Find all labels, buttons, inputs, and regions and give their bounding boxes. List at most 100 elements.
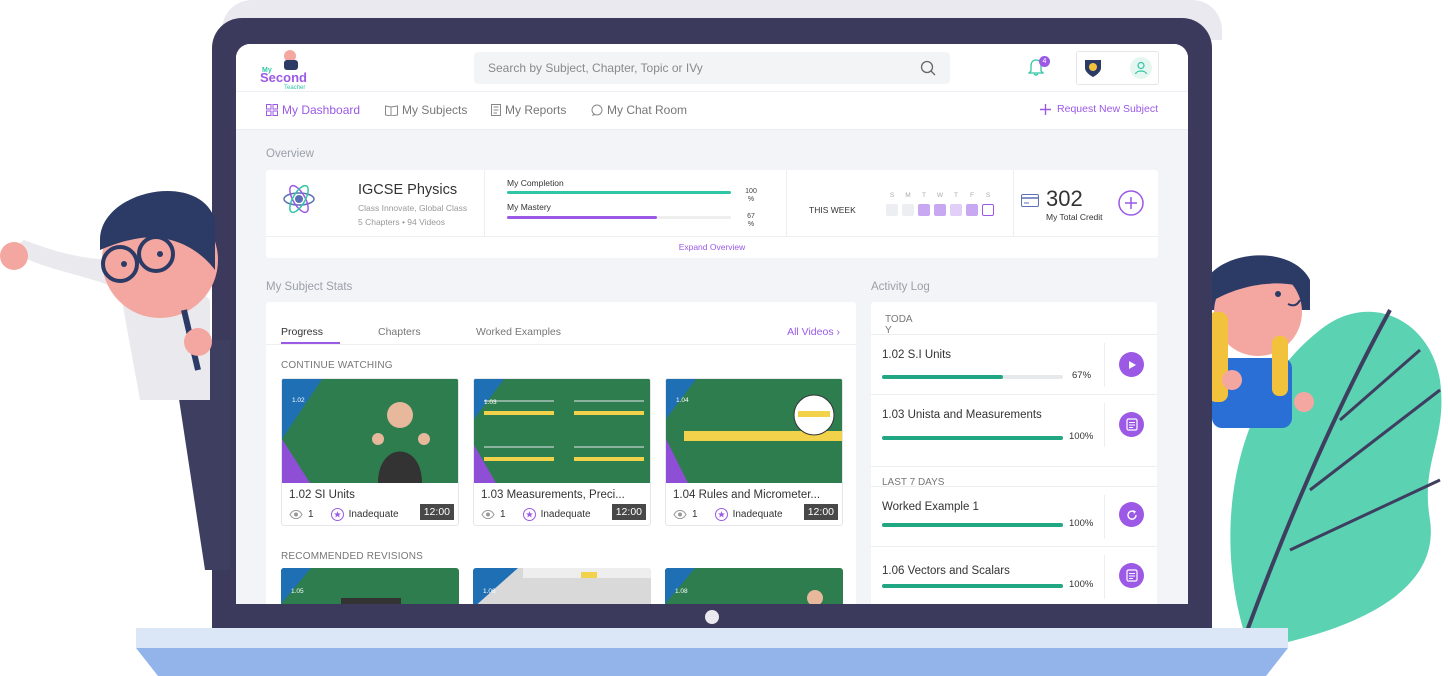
recommended-revisions-label: RECOMMENDED REVISIONS xyxy=(281,551,423,562)
thumbnail-art xyxy=(665,568,823,604)
svg-text:Second: Second xyxy=(260,70,307,85)
mastery-label: My Mastery xyxy=(507,202,551,212)
marketing-scene: My Second Teacher 4 My Dashboard xyxy=(0,0,1448,676)
tab-progress[interactable]: Progress xyxy=(281,326,323,338)
activity-percent: 100% xyxy=(1069,579,1094,590)
recommended-video-thumbnail[interactable]: 1.08 xyxy=(665,568,843,604)
nav-my-reports[interactable]: My Reports xyxy=(491,103,566,117)
divider xyxy=(484,170,485,236)
chat-icon xyxy=(591,104,603,116)
completion-label: My Completion xyxy=(507,178,564,188)
day-activity-box xyxy=(966,204,978,216)
app-screen: My Second Teacher 4 My Dashboard xyxy=(236,44,1188,604)
search-bar[interactable] xyxy=(474,52,950,84)
divider xyxy=(786,170,787,236)
play-icon[interactable] xyxy=(1119,352,1144,377)
mastery-rating: Inadequate xyxy=(540,509,591,520)
video-thumbnail xyxy=(474,379,650,483)
video-code: 1.03 xyxy=(484,399,497,406)
video-title: 1.02 SI Units xyxy=(289,489,355,501)
school-crest-icon xyxy=(1085,60,1101,77)
day-label: W xyxy=(936,192,944,199)
eye-icon xyxy=(481,510,495,519)
plus-icon xyxy=(1040,103,1052,115)
tab-worked-examples[interactable]: Worked Examples xyxy=(476,326,561,338)
subject-name: IGCSE Physics xyxy=(358,182,458,198)
activity-item[interactable]: Worked Example 1 100% xyxy=(871,486,1157,546)
dashboard-icon xyxy=(266,104,278,116)
activity-progress-bar xyxy=(882,375,1063,379)
activity-item[interactable]: 1.02 S.I Units 67% xyxy=(871,334,1157,394)
laptop-base xyxy=(136,628,1288,676)
nav-my-chat-room[interactable]: My Chat Room xyxy=(591,103,687,117)
top-bar: My Second Teacher 4 xyxy=(236,44,1188,92)
video-card[interactable]: 1.03 12:00 1.03 Measurements, Preci... 1… xyxy=(473,378,651,526)
overview-title: Overview xyxy=(266,148,314,160)
day-activity-box xyxy=(982,204,994,216)
notification-badge: 4 xyxy=(1039,56,1050,67)
user-avatar-icon[interactable] xyxy=(1130,57,1152,79)
eye-icon xyxy=(673,510,687,519)
chevron-right-icon: › xyxy=(836,326,841,338)
notes-icon[interactable] xyxy=(1119,563,1144,588)
activity-item[interactable]: 1.03 Unista and Measurements 100% xyxy=(871,394,1157,454)
mastery-bar xyxy=(507,216,731,219)
activity-log-title: Activity Log xyxy=(871,281,930,293)
subject-stats-title: My Subject Stats xyxy=(266,281,353,293)
day-activity-box xyxy=(950,204,962,216)
view-count: 1 xyxy=(692,509,698,520)
divider xyxy=(1104,555,1105,599)
request-new-subject-button[interactable]: Request New Subject xyxy=(1040,103,1158,115)
day-label: F xyxy=(970,192,974,199)
tab-chapters[interactable]: Chapters xyxy=(378,326,421,338)
my-second-teacher-logo[interactable]: My Second Teacher xyxy=(258,46,324,90)
video-meta: 1 Inadequate xyxy=(481,508,591,521)
star-badge-icon xyxy=(330,508,344,521)
video-meta: 1 Inadequate xyxy=(673,508,783,521)
laptop-camera xyxy=(705,610,719,624)
video-count: 94 Videos xyxy=(407,217,445,227)
mastery-rating: Inadequate xyxy=(732,509,783,520)
video-card[interactable]: 1.04 12:00 1.04 Rules and Micrometer... … xyxy=(665,378,843,526)
nav-my-dashboard[interactable]: My Dashboard xyxy=(266,103,360,117)
day-activity-box xyxy=(918,204,930,216)
chapter-video-count: 5 Chapters • 94 Videos xyxy=(358,217,445,227)
overview-card: IGCSE Physics Class Innovate, Global Cla… xyxy=(266,170,1158,258)
search-icon[interactable] xyxy=(920,60,936,76)
divider xyxy=(1104,495,1105,539)
add-credit-button[interactable] xyxy=(1118,190,1144,216)
video-card[interactable]: 1.02 12:00 1.02 SI Units 1 Inadequate xyxy=(281,378,459,526)
video-code: 1.05 xyxy=(291,588,304,595)
nav-label: My Subjects xyxy=(402,103,468,117)
notes-icon[interactable] xyxy=(1119,412,1144,437)
today-label: TODA Y xyxy=(885,314,913,336)
video-duration: 12:00 xyxy=(803,504,838,520)
activity-percent: 67% xyxy=(1072,370,1092,381)
refresh-icon[interactable] xyxy=(1119,502,1144,527)
svg-text:Teacher: Teacher xyxy=(284,85,305,90)
day-label: T xyxy=(922,192,926,199)
star-badge-icon xyxy=(714,508,728,521)
eye-icon xyxy=(289,510,303,519)
star-badge-icon xyxy=(522,508,536,521)
search-input[interactable] xyxy=(474,52,894,84)
mastery-value: 67% xyxy=(747,213,755,228)
divider xyxy=(266,236,1158,237)
recommended-video-thumbnail[interactable]: 1.06 xyxy=(473,568,651,604)
total-credit-label: My Total Credit xyxy=(1046,212,1103,222)
completion-value: 100% xyxy=(745,188,757,203)
class-info: Class Innovate, Global Class xyxy=(358,203,468,213)
divider xyxy=(1104,403,1105,447)
video-title: 1.03 Measurements, Preci... xyxy=(481,489,625,501)
expand-overview-link[interactable]: Expand Overview xyxy=(266,242,1158,252)
divider xyxy=(1013,170,1014,236)
video-title: 1.04 Rules and Micrometer... xyxy=(673,489,821,501)
activity-item[interactable]: 1.06 Vectors and Scalars 100% xyxy=(871,546,1157,604)
nav-my-subjects[interactable]: My Subjects xyxy=(385,103,467,117)
video-thumbnail xyxy=(666,379,842,483)
recommended-video-thumbnail[interactable]: 1.05 xyxy=(281,568,459,604)
subject-stats-card: Progress Chapters Worked Examples All Vi… xyxy=(266,302,856,604)
all-videos-link[interactable]: All Videos › xyxy=(787,326,840,338)
activity-title: 1.02 S.I Units xyxy=(882,349,952,361)
activity-title: Worked Example 1 xyxy=(882,501,979,513)
